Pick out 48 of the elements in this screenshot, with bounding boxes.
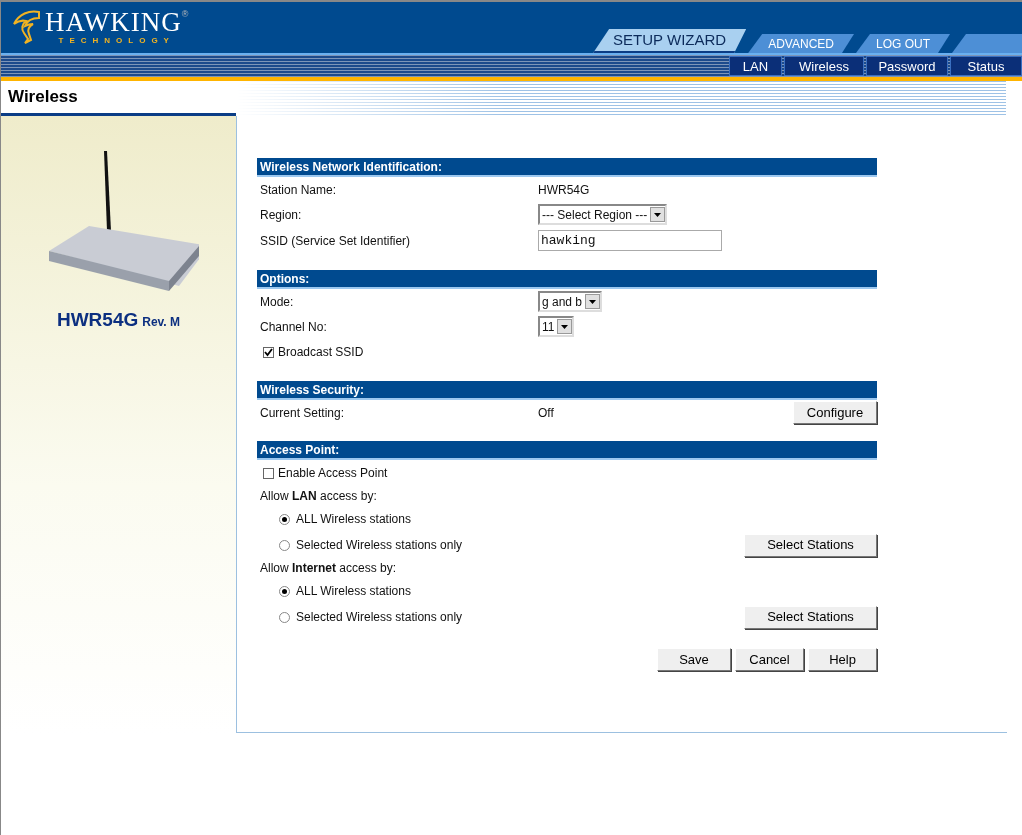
product-model: HWR54G bbox=[56, 308, 139, 332]
sub-nav-link[interactable]: Password bbox=[866, 56, 948, 76]
radio-label: ALL Wireless stations bbox=[296, 583, 412, 600]
action-button[interactable]: Select Stations bbox=[744, 605, 877, 629]
field-value: HWR54G bbox=[538, 181, 591, 199]
product-revision: Rev. M bbox=[142, 314, 181, 331]
access-label: Allow Internet access by: bbox=[260, 560, 397, 577]
dropdown[interactable]: 11 bbox=[538, 316, 575, 337]
field-label: Channel No: bbox=[260, 318, 328, 336]
radio-label: Selected Wireless stations only bbox=[296, 537, 464, 554]
checkbox-label: Broadcast SSID bbox=[278, 344, 364, 361]
dropdown[interactable]: --- Select Region --- bbox=[538, 204, 668, 225]
section-header: Access Point: bbox=[257, 441, 877, 460]
radio-label: Selected Wireless stations only bbox=[296, 609, 464, 626]
radio-button[interactable] bbox=[279, 513, 290, 525]
nav-tab[interactable]: SETUP WIZARD bbox=[593, 29, 747, 53]
field-value: Off bbox=[538, 404, 555, 422]
field-label: Current Setting: bbox=[260, 404, 346, 422]
checkbox[interactable] bbox=[263, 467, 274, 479]
section-header: Options: bbox=[257, 270, 877, 289]
checkbox[interactable] bbox=[263, 346, 274, 358]
action-button[interactable]: Configure bbox=[793, 401, 877, 424]
access-label: Allow LAN access by: bbox=[260, 488, 377, 505]
radio-button[interactable] bbox=[279, 611, 290, 623]
logo-wordmark: HAWKING bbox=[45, 8, 182, 36]
radio-button[interactable] bbox=[279, 585, 290, 597]
action-button[interactable]: Help bbox=[808, 648, 877, 671]
field-label: SSID (Service Set Identifier) bbox=[260, 232, 412, 250]
checkbox-label: Enable Access Point bbox=[278, 465, 388, 482]
action-button[interactable]: Cancel bbox=[735, 648, 804, 671]
page-title: Wireless bbox=[8, 86, 78, 109]
radio-button[interactable] bbox=[279, 539, 290, 551]
radio-label: ALL Wireless stations bbox=[296, 511, 412, 528]
field-label: Region: bbox=[260, 206, 303, 224]
sub-nav-link[interactable]: Wireless bbox=[784, 56, 864, 76]
input-field[interactable]: hawking bbox=[538, 230, 722, 251]
action-button[interactable]: Select Stations bbox=[744, 533, 877, 557]
tab-strip-end bbox=[952, 34, 1022, 53]
action-button[interactable]: Save bbox=[657, 648, 731, 671]
registered-mark: ® bbox=[181, 8, 189, 19]
field-label: Station Name: bbox=[260, 181, 338, 199]
dropdown[interactable]: g and b bbox=[538, 291, 603, 312]
section-header: Wireless Network Identification: bbox=[257, 158, 877, 177]
sub-nav-link[interactable]: LAN bbox=[729, 56, 782, 76]
section-header: Wireless Security: bbox=[257, 381, 877, 400]
field-label: Mode: bbox=[260, 293, 295, 311]
logo-tagline: TECHNOLOGY bbox=[58, 36, 175, 45]
sub-nav-link[interactable]: Status bbox=[950, 56, 1022, 76]
